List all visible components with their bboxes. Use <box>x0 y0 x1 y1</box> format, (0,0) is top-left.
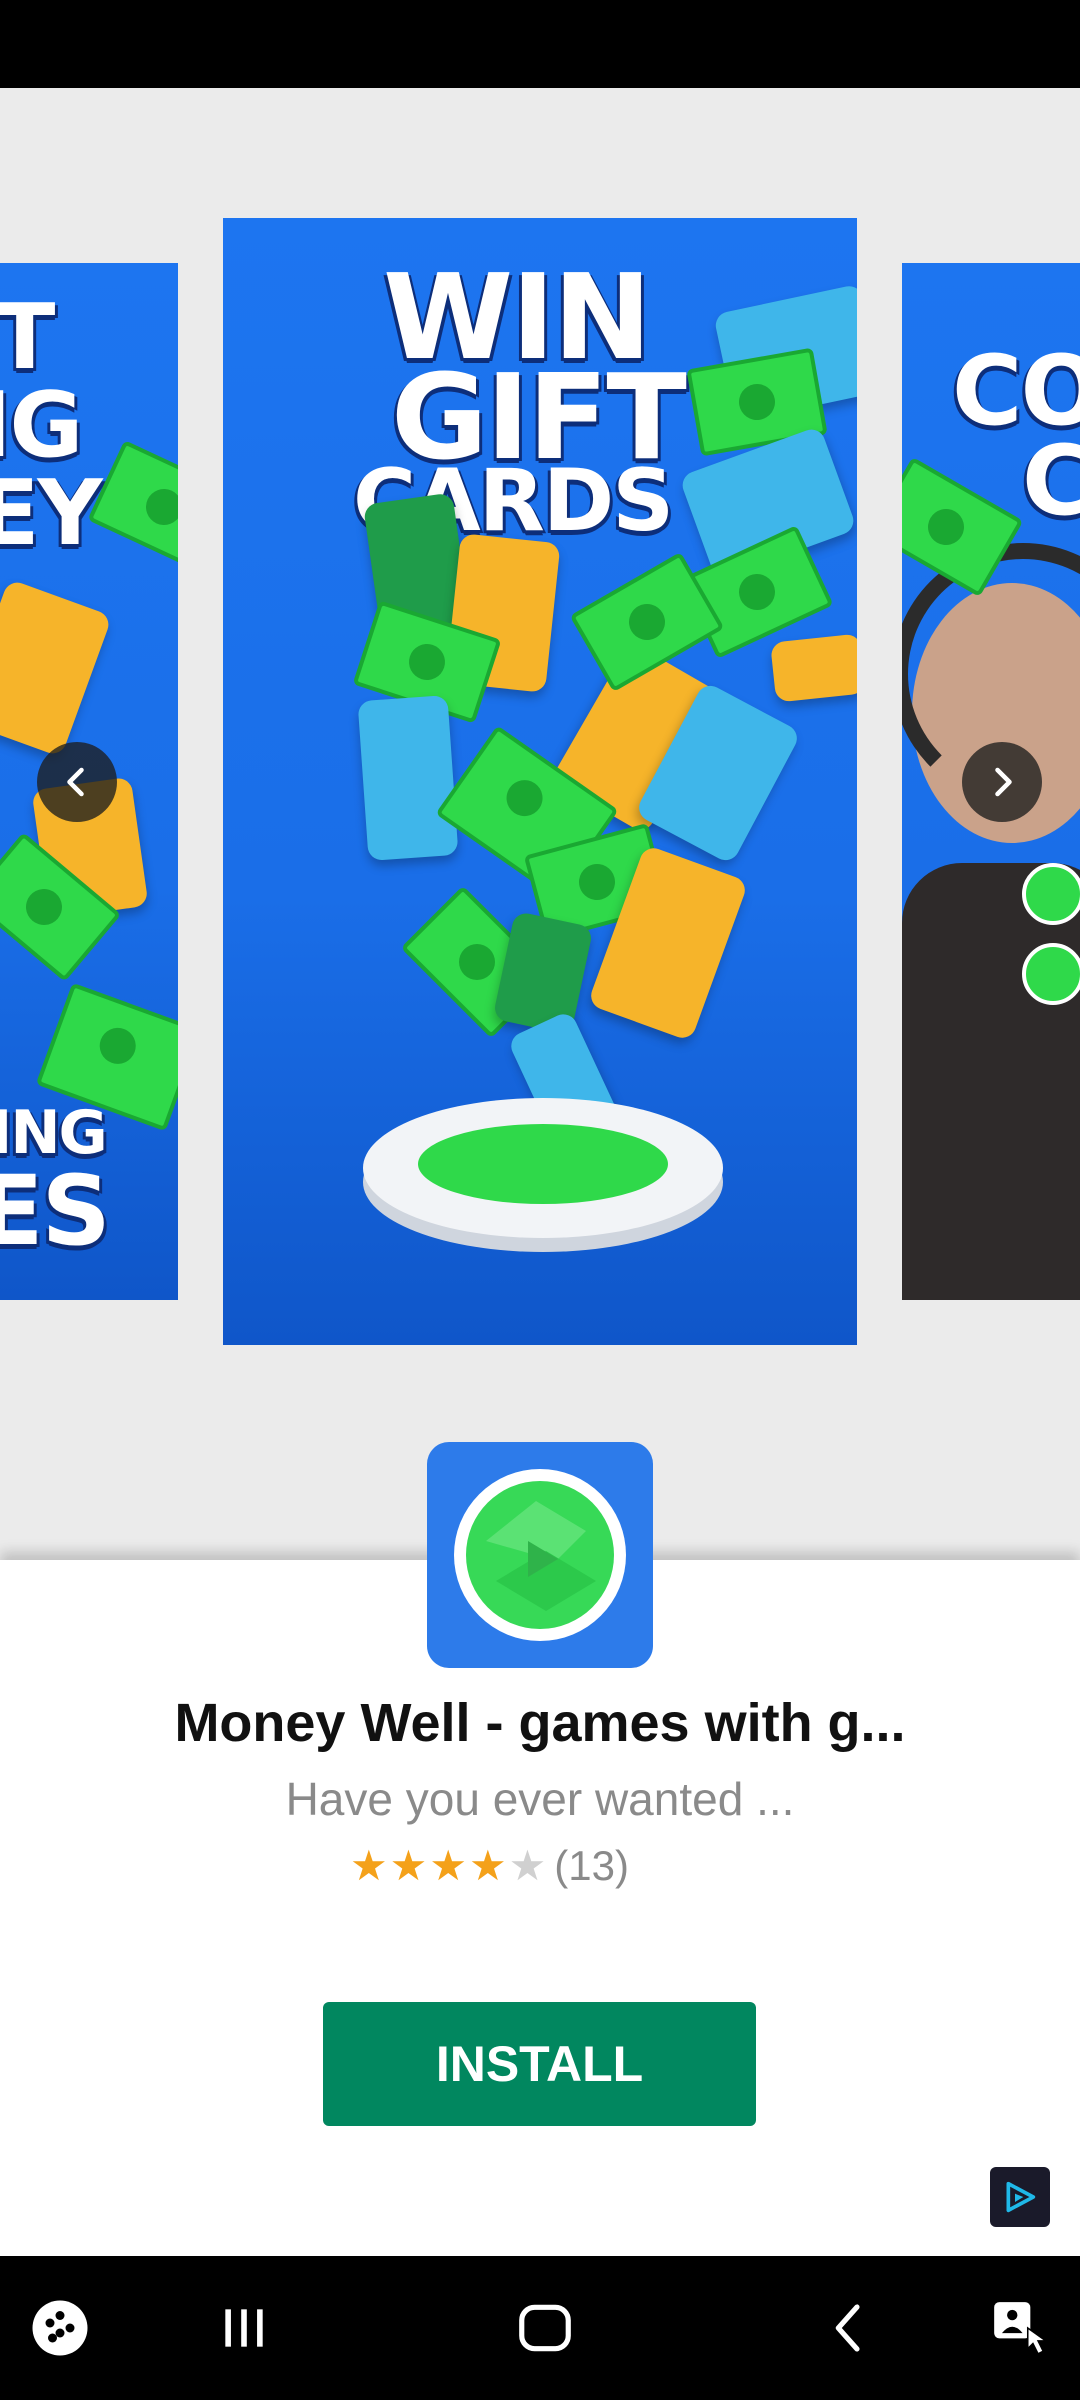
coin-badge <box>1022 863 1080 925</box>
app-description: Have you ever wanted ... <box>285 1773 795 1825</box>
chevron-right-icon <box>995 767 1012 797</box>
star-filled-icon: ★ <box>350 1842 388 1889</box>
chevron-left-icon <box>67 767 84 797</box>
rating-row: ★ ★ ★ ★ ★ (13) <box>350 1838 629 1894</box>
accessibility-button[interactable] <box>980 2288 1060 2368</box>
gift-card <box>0 578 113 758</box>
person-body <box>902 863 1080 1300</box>
rating-count: (13) <box>554 1842 629 1889</box>
carousel-prev-button[interactable] <box>37 742 117 822</box>
home-icon <box>519 2304 571 2352</box>
back-button[interactable] <box>810 2288 890 2368</box>
carousel-text: ES <box>0 1155 111 1267</box>
carousel-text: IG <box>0 373 83 478</box>
star-empty-icon: ★ <box>508 1842 547 1889</box>
install-button[interactable]: INSTALL <box>323 2002 756 2126</box>
play-triangle-icon <box>1006 2181 1036 2213</box>
carousel-image-current[interactable]: WIN GIFT CARDS <box>223 218 857 1345</box>
app-logo-icon <box>486 1501 596 1611</box>
carousel-text: ING <box>0 1098 108 1168</box>
game-launcher-button[interactable] <box>20 2288 100 2368</box>
recents-icon <box>225 2309 263 2347</box>
recents-button[interactable] <box>204 2288 284 2368</box>
game-launcher-icon <box>32 2300 88 2356</box>
system-navigation-bar <box>0 2256 1080 2400</box>
carousel-text: EY <box>0 461 103 566</box>
app-icon[interactable] <box>427 1442 653 1668</box>
gift-card <box>770 633 857 703</box>
carousel-next-button[interactable] <box>962 742 1042 822</box>
carousel-text: C <box>1022 425 1080 537</box>
star-filled-icon: ★ <box>389 1842 428 1889</box>
back-icon <box>835 2304 860 2352</box>
star-filled-icon: ★ <box>468 1842 507 1889</box>
app-title: Money Well - games with g... <box>174 1693 906 1753</box>
carousel-text: T <box>0 285 55 390</box>
accessibility-icon <box>994 2302 1049 2355</box>
coin-badge <box>1022 943 1080 1005</box>
star-filled-icon: ★ <box>429 1842 467 1889</box>
home-button[interactable] <box>505 2288 585 2368</box>
screenshot-carousel[interactable]: T IG EY ING ES WIN GIFT CARDS <box>0 88 1080 1560</box>
gift-card <box>357 695 459 861</box>
status-bar <box>0 0 1080 88</box>
pedestal-dish <box>363 1098 723 1238</box>
ad-choices-badge[interactable] <box>990 2167 1050 2227</box>
